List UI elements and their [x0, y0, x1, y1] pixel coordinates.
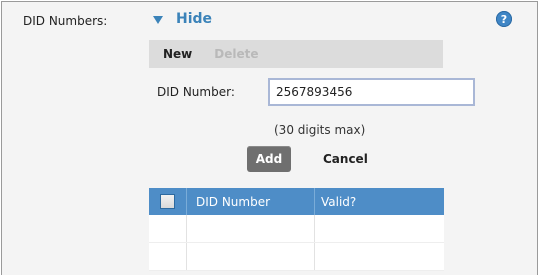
cancel-button[interactable]: Cancel [323, 152, 368, 166]
grid-header: DID Number Valid? [149, 188, 444, 215]
row-check-cell [149, 243, 187, 270]
valid-cell [315, 243, 444, 270]
triangle-down-icon [153, 15, 163, 24]
table-row[interactable] [149, 215, 444, 243]
did-numbers-grid: DID Number Valid? [149, 188, 444, 271]
toolbar: New Delete [149, 40, 443, 68]
delete-button: Delete [214, 47, 259, 61]
help-icon[interactable]: ? [496, 11, 512, 27]
row-check-cell [149, 215, 187, 242]
select-all-cell [149, 188, 187, 215]
did-number-input[interactable] [268, 78, 475, 106]
column-header-valid[interactable]: Valid? [315, 188, 444, 215]
did-number-cell [187, 215, 315, 242]
column-header-did-number[interactable]: DID Number [187, 188, 315, 215]
hide-toggle-label: Hide [176, 11, 213, 27]
table-row[interactable] [149, 243, 444, 271]
did-number-label: DID Number: [157, 85, 235, 99]
valid-cell [315, 215, 444, 242]
did-number-cell [187, 243, 315, 270]
max-digits-hint: (30 digits max) [274, 123, 366, 137]
new-button[interactable]: New [163, 47, 192, 61]
hide-toggle[interactable]: Hide [153, 11, 212, 27]
field-label: DID Numbers: [23, 14, 108, 28]
select-all-checkbox[interactable] [160, 194, 175, 209]
did-numbers-panel: DID Numbers: Hide ? New Delete DID Numbe… [1, 1, 538, 275]
add-button[interactable]: Add [247, 146, 291, 172]
